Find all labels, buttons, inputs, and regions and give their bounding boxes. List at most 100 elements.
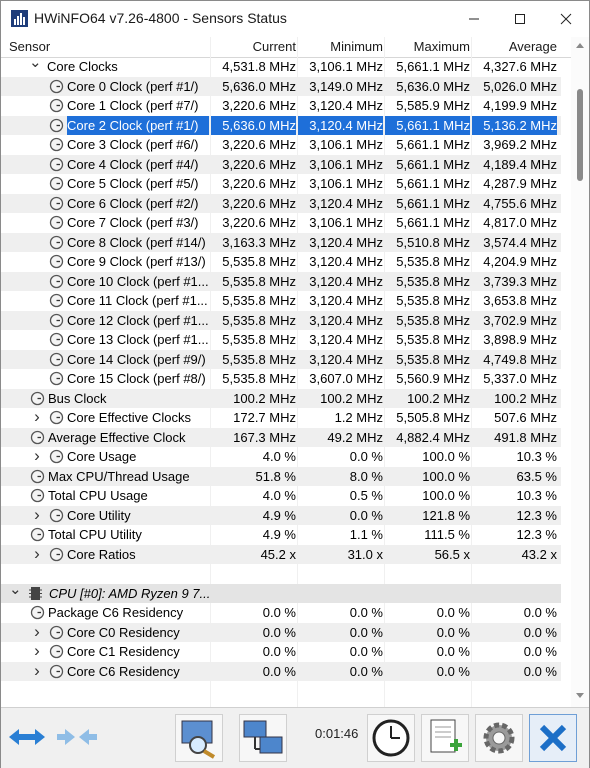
minimum-value: 3,106.1 MHz	[309, 176, 383, 191]
current-value: 5,535.8 MHz	[222, 332, 296, 347]
current-value: 51.8 %	[255, 468, 296, 484]
sensor-row[interactable]: › Core Ratios 45.2 x 31.0 x 56.5 x 43.2 x	[1, 544, 561, 564]
sensor-gauge-icon	[30, 430, 45, 444]
sensor-gauge-icon	[49, 118, 64, 132]
expand-columns-button[interactable]	[5, 718, 49, 756]
sensor-row[interactable]: ⌄ Core Clocks 4,531.8 MHz 3,106.1 MHz 5,661.…	[1, 57, 561, 77]
maximum-value: 100.2 MHz	[407, 390, 470, 406]
maximum-value: 5,636.0 MHz	[396, 78, 470, 94]
column-minimum[interactable]: Minimum	[298, 37, 383, 57]
reset-timer-button[interactable]	[367, 714, 415, 762]
current-value: 5,636.0 MHz	[222, 78, 296, 94]
current-value: 3,220.6 MHz	[222, 156, 296, 172]
scroll-down-icon[interactable]	[576, 693, 584, 698]
arrows-expand-icon	[9, 729, 45, 745]
maximize-icon	[515, 14, 525, 24]
sensor-row[interactable]: Average Effective Clock 167.3 MHz 49.2 MHz…	[1, 427, 561, 447]
current-value: 5,535.8 MHz	[222, 312, 296, 328]
settings-button[interactable]	[475, 714, 523, 762]
minimize-button[interactable]	[451, 1, 497, 37]
sensor-row[interactable]: › Core C6 Residency 0.0 % 0.0 % 0.0 % 0.0 %	[1, 661, 561, 681]
sensor-row[interactable]: Core 8 Clock (perf #14/) 3,163.3 MHz 3,120…	[1, 232, 561, 252]
minimum-value: 3,120.4 MHz	[309, 293, 383, 308]
average-value: 3,739.3 MHz	[483, 273, 557, 289]
current-value: 5,535.8 MHz	[222, 371, 296, 386]
sensor-row[interactable]: Core 0 Clock (perf #1/) 5,636.0 MHz 3,149.…	[1, 76, 561, 96]
collapse-columns-button[interactable]	[55, 718, 99, 756]
current-value: 4,531.8 MHz	[222, 59, 296, 74]
maximum-value: 5,661.1 MHz	[396, 137, 470, 152]
vertical-scrollbar[interactable]	[571, 37, 589, 707]
scroll-up-icon[interactable]	[576, 43, 584, 48]
sensor-row[interactable]: Core 12 Clock (perf #1... 5,535.8 MHz 3,12…	[1, 310, 561, 330]
sensor-row[interactable]: Core 1 Clock (perf #7/) 3,220.6 MHz 3,120.…	[1, 96, 561, 116]
scrollbar-thumb[interactable]	[577, 89, 583, 181]
sensor-row[interactable]: Max CPU/Thread Usage 51.8 % 8.0 % 100.0 % 63…	[1, 466, 561, 486]
sensor-row[interactable]: › Core C0 Residency 0.0 % 0.0 % 0.0 % 0.0 %	[1, 622, 561, 642]
sensor-name: Core C0 Residency	[67, 624, 180, 640]
average-value: 3,702.9 MHz	[483, 312, 557, 328]
sensor-row[interactable]: Core 14 Clock (perf #9/) 5,535.8 MHz 3,120…	[1, 349, 561, 369]
average-value: 5,026.0 MHz	[483, 78, 557, 94]
maximum-value: 5,535.8 MHz	[396, 254, 470, 269]
sensor-row[interactable]	[1, 564, 561, 584]
sensor-group-header[interactable]: ⌄ CPU [#0]: AMD Ryzen 9 7...	[1, 582, 561, 604]
sensor-row[interactable]: Core 9 Clock (perf #13/) 5,535.8 MHz 3,120…	[1, 252, 561, 272]
close-window-button[interactable]	[543, 1, 589, 37]
sensor-row[interactable]: Bus Clock 100.2 MHz 100.2 MHz 100.2 MHz 100.…	[1, 388, 561, 408]
sensor-row[interactable]: Core 2 Clock (perf #1/) 5,636.0 MHz 3,120.…	[1, 115, 561, 135]
column-average[interactable]: Average	[472, 37, 557, 57]
average-value: 63.5 %	[516, 468, 557, 484]
network-button[interactable]	[239, 714, 287, 762]
expand-chevron-icon[interactable]: ›	[31, 447, 43, 466]
expand-chevron-icon[interactable]: ›	[31, 505, 43, 525]
average-value: 3,898.9 MHz	[483, 332, 557, 347]
close-sensors-button[interactable]	[529, 714, 577, 762]
minimum-value: 0.0 %	[349, 663, 383, 679]
sensor-row[interactable]: Package C6 Residency 0.0 % 0.0 % 0.0 % 0.0 %	[1, 603, 561, 623]
expand-chevron-icon[interactable]: ›	[31, 544, 43, 564]
sensor-row[interactable]: › Core Usage 4.0 % 0.0 % 100.0 % 10.3 %	[1, 447, 561, 467]
maximum-value	[385, 584, 470, 604]
sensor-row[interactable]: Core 5 Clock (perf #5/) 3,220.6 MHz 3,106.…	[1, 174, 561, 194]
sensor-search-button[interactable]	[175, 714, 223, 762]
average-value	[472, 584, 557, 604]
sensor-row[interactable]: Core 10 Clock (perf #1... 5,535.8 MHz 3,12…	[1, 271, 561, 291]
maximum-value: 5,535.8 MHz	[396, 351, 470, 367]
column-current[interactable]: Current	[211, 37, 296, 57]
sensor-row[interactable]: Core 11 Clock (perf #1... 5,535.8 MHz 3,12…	[1, 291, 561, 311]
sensor-row[interactable]: Total CPU Utility 4.9 % 1.1 % 111.5 % 12.3 %	[1, 525, 561, 545]
minimum-value: 3,120.4 MHz	[309, 234, 383, 250]
sensor-row[interactable]: › Core C1 Residency 0.0 % 0.0 % 0.0 % 0.0 %	[1, 642, 561, 662]
sensor-row[interactable]: Core 4 Clock (perf #4/) 3,220.6 MHz 3,106.…	[1, 154, 561, 174]
current-value: 167.3 MHz	[233, 429, 296, 445]
title-bar[interactable]: HWiNFO64 v7.26-4800 - Sensors Status	[1, 1, 589, 37]
sensor-list: ⌄ Core Clocks 4,531.8 MHz 3,106.1 MHz 5,661.…	[1, 57, 571, 707]
minimum-value: 31.0 x	[347, 546, 383, 562]
collapse-chevron-icon[interactable]: ⌄	[29, 57, 42, 76]
sensor-row[interactable]: › Core Effective Clocks 172.7 MHz 1.2 MHz 5,…	[1, 408, 561, 428]
minimum-value: 3,120.4 MHz	[309, 312, 383, 328]
expand-chevron-icon[interactable]: ›	[31, 408, 43, 427]
sensor-row[interactable]: Core 13 Clock (perf #1... 5,535.8 MHz 3,12…	[1, 330, 561, 350]
sensor-row[interactable]: Core 6 Clock (perf #2/) 3,220.6 MHz 3,120.…	[1, 193, 561, 213]
sensor-row[interactable]: Core 15 Clock (perf #8/) 5,535.8 MHz 3,607…	[1, 369, 561, 389]
sensor-row[interactable]: Core 7 Clock (perf #3/) 3,220.6 MHz 3,106.…	[1, 213, 561, 233]
maximum-value: 0.0 %	[436, 663, 470, 679]
column-sensor[interactable]: Sensor	[9, 37, 50, 57]
maximum-value: 5,535.8 MHz	[396, 332, 470, 347]
maximize-button[interactable]	[497, 1, 543, 37]
logging-button[interactable]	[421, 714, 469, 762]
expand-chevron-icon[interactable]: ›	[31, 642, 43, 661]
sensor-row[interactable]: Core 3 Clock (perf #6/) 3,220.6 MHz 3,106.…	[1, 135, 561, 155]
average-value: 5,136.2 MHz	[472, 115, 557, 135]
sensor-row[interactable]: › Core Utility 4.9 % 0.0 % 121.8 % 12.3 %	[1, 505, 561, 525]
average-value: 4,755.6 MHz	[483, 195, 557, 211]
average-value: 10.3 %	[516, 488, 557, 503]
minimum-value	[298, 584, 383, 604]
expand-chevron-icon[interactable]: ›	[31, 661, 43, 681]
expand-chevron-icon[interactable]: ›	[31, 622, 43, 642]
collapse-chevron-icon[interactable]: ⌄	[9, 582, 22, 603]
column-maximum[interactable]: Maximum	[385, 37, 470, 57]
sensor-row[interactable]: Total CPU Usage 4.0 % 0.5 % 100.0 % 10.3 %	[1, 486, 561, 506]
